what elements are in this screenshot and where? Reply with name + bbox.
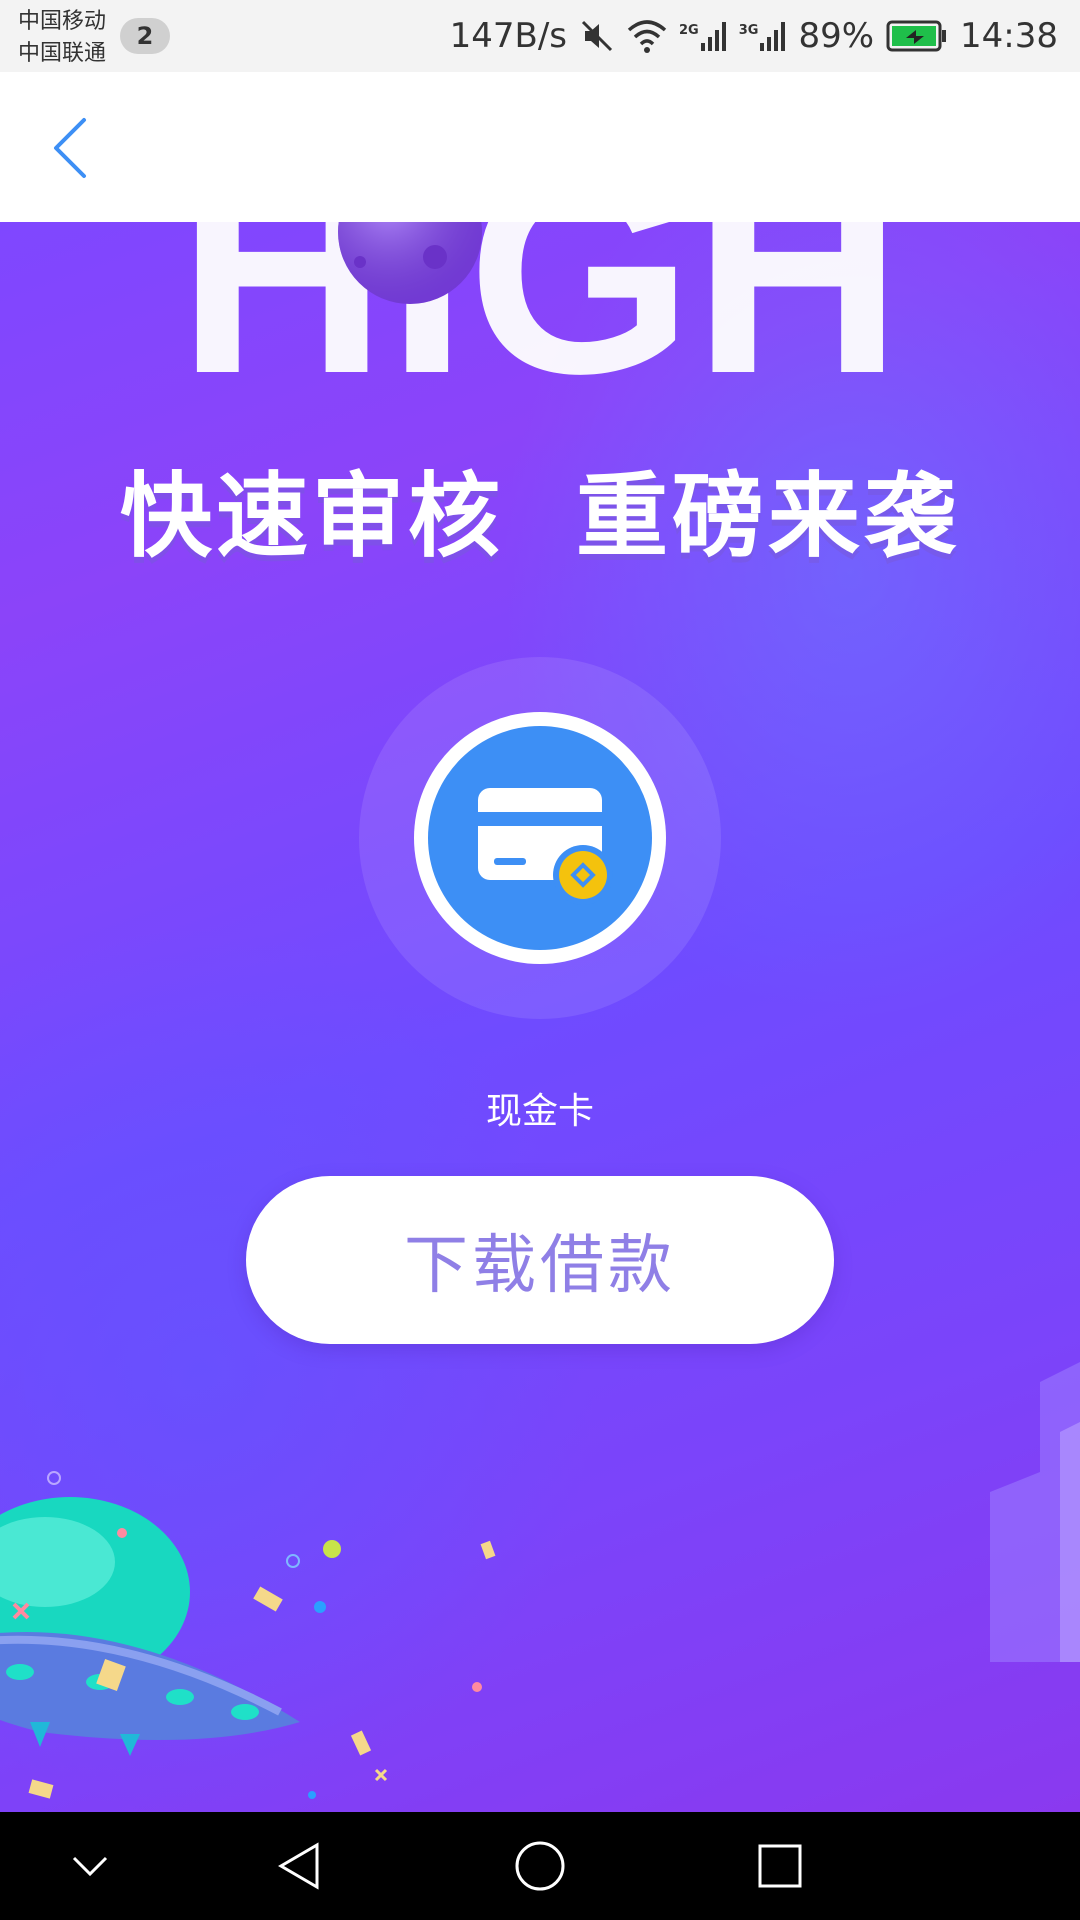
- battery-percent: 89%: [798, 16, 875, 56]
- status-icons: 147B/s 2G 3G 89% 14:38: [450, 0, 1058, 72]
- collapse-chevron-icon: [72, 1856, 108, 1877]
- home-button[interactable]: [500, 1826, 580, 1906]
- recents-square-icon: [758, 1844, 802, 1888]
- net-speed: 147B/s: [449, 16, 567, 56]
- notification-count-badge: 2: [120, 18, 170, 54]
- app-bar: [0, 72, 1080, 222]
- system-nav-bar: [0, 1812, 1080, 1920]
- promo-banner: HIGH 快速审核 重磅来袭 现金卡 下载借款: [0, 222, 1080, 1812]
- carrier-labels: 中国移动 中国联通: [18, 6, 106, 70]
- carrier-2: 中国联通: [18, 41, 107, 66]
- collapse-button[interactable]: [50, 1826, 130, 1906]
- mute-icon: [579, 18, 615, 54]
- screen: 中国移动 中国联通 2 147B/s 2G 3G 89% 14:38 HIGH …: [0, 0, 1080, 1920]
- wifi-icon: [627, 18, 667, 54]
- carrier-1: 中国移动: [18, 9, 107, 34]
- nav-back-button[interactable]: [260, 1826, 340, 1906]
- back-button[interactable]: [30, 108, 110, 188]
- home-circle-icon: [515, 1841, 565, 1891]
- status-bar: 中国移动 中国联通 2 147B/s 2G 3G 89% 14:38: [0, 0, 1080, 72]
- confetti-decoration: [12, 1471, 496, 1799]
- battery-icon: [886, 20, 948, 52]
- clock: 14:38: [960, 16, 1058, 56]
- chevron-left-icon: [54, 118, 86, 178]
- recents-button[interactable]: [740, 1826, 820, 1906]
- back-triangle-icon: [278, 1842, 319, 1890]
- signal-2g-icon: 2G: [679, 19, 727, 53]
- signal-3g-icon: 3G: [739, 19, 787, 53]
